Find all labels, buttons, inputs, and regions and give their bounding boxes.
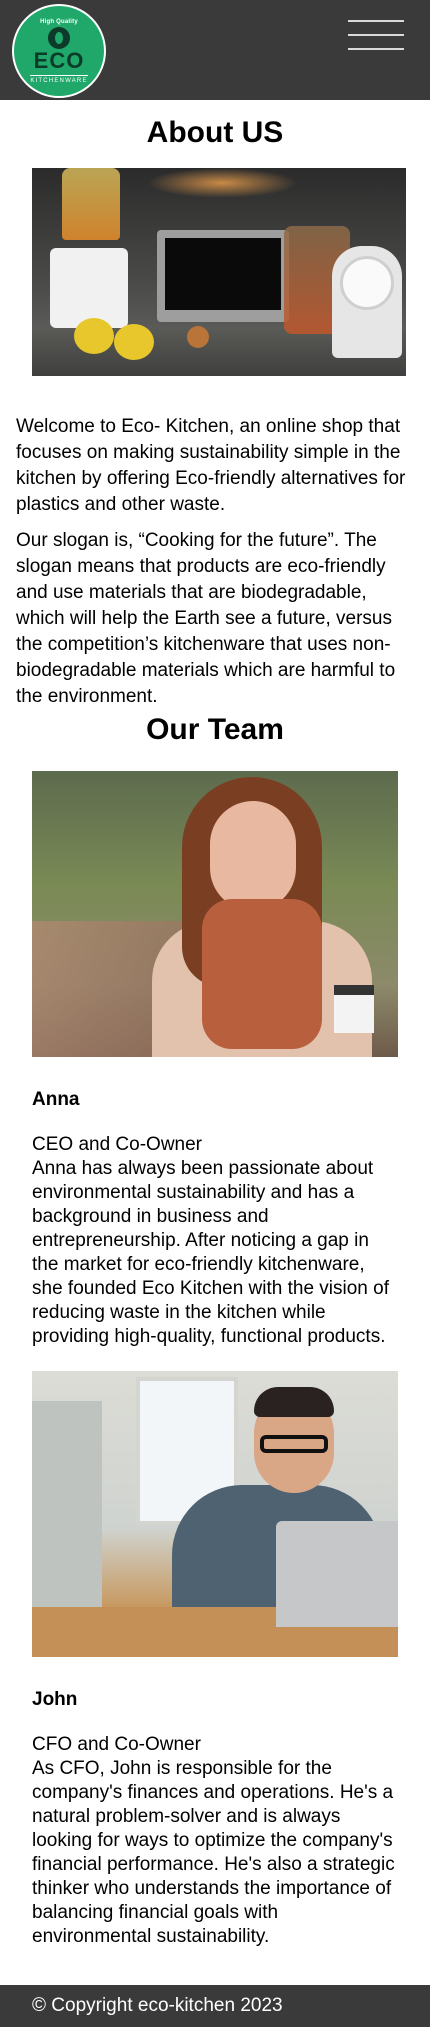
john-photo [32, 1371, 398, 1657]
menu-bar [348, 34, 404, 36]
kitchen-lights [147, 168, 297, 198]
member-bio: CEO and Co-Owner Anna has always been pa… [32, 1133, 398, 1349]
team-title: Our Team [146, 713, 284, 746]
leaf-icon [48, 26, 70, 49]
menu-bar [348, 48, 404, 50]
member-name: John [32, 1689, 78, 1710]
lemon-image [74, 318, 114, 354]
blender-image [44, 168, 132, 333]
member-description: Anna has always been passionate about en… [32, 1158, 390, 1347]
footer: © Copyright eco-kitchen 2023 [0, 1985, 430, 2027]
member-description: As CFO, John is responsible for the comp… [32, 1758, 395, 1947]
member-role: CFO and Co-Owner [32, 1734, 201, 1755]
logo-main-text: ECO [33, 47, 85, 73]
member-role: CEO and Co-Owner [32, 1134, 203, 1155]
menu-bar [348, 20, 404, 22]
eco-kitchenware-logo[interactable]: High Quality ECO KITCHENWARE [12, 4, 106, 98]
member-name: Anna [32, 1089, 80, 1110]
team-member-john: John CFO and Co-Owner As CFO, John is re… [0, 1371, 430, 1949]
logo-bottom-text: KITCHENWARE [30, 74, 88, 84]
lemon-image [114, 324, 154, 360]
hamburger-menu-icon[interactable] [348, 18, 404, 52]
onion-image [187, 326, 209, 348]
laptop-image [276, 1521, 398, 1627]
anna-photo [32, 771, 398, 1057]
top-navbar: High Quality ECO KITCHENWARE [0, 0, 430, 100]
hero-kitchen-image [32, 168, 406, 376]
slogan-paragraph: Our slogan is, “Cooking for the future”.… [16, 530, 396, 707]
copyright-text: © Copyright eco-kitchen 2023 [32, 1995, 283, 2016]
page-title: About US [146, 116, 284, 149]
logo-top-text: High Quality [40, 18, 78, 25]
team-member-anna: Anna CEO and Co-Owner Anna has always be… [0, 771, 430, 1349]
coffee-cup-image [334, 985, 374, 1033]
member-bio: CFO and Co-Owner As CFO, John is respons… [32, 1733, 398, 1949]
kitchen-scale-image [332, 246, 402, 358]
glasses-image [260, 1435, 328, 1453]
intro-section: Welcome to Eco- Kitchen, an online shop … [0, 414, 430, 710]
intro-paragraph: Welcome to Eco- Kitchen, an online shop … [16, 416, 406, 515]
laptop-image [157, 230, 289, 322]
